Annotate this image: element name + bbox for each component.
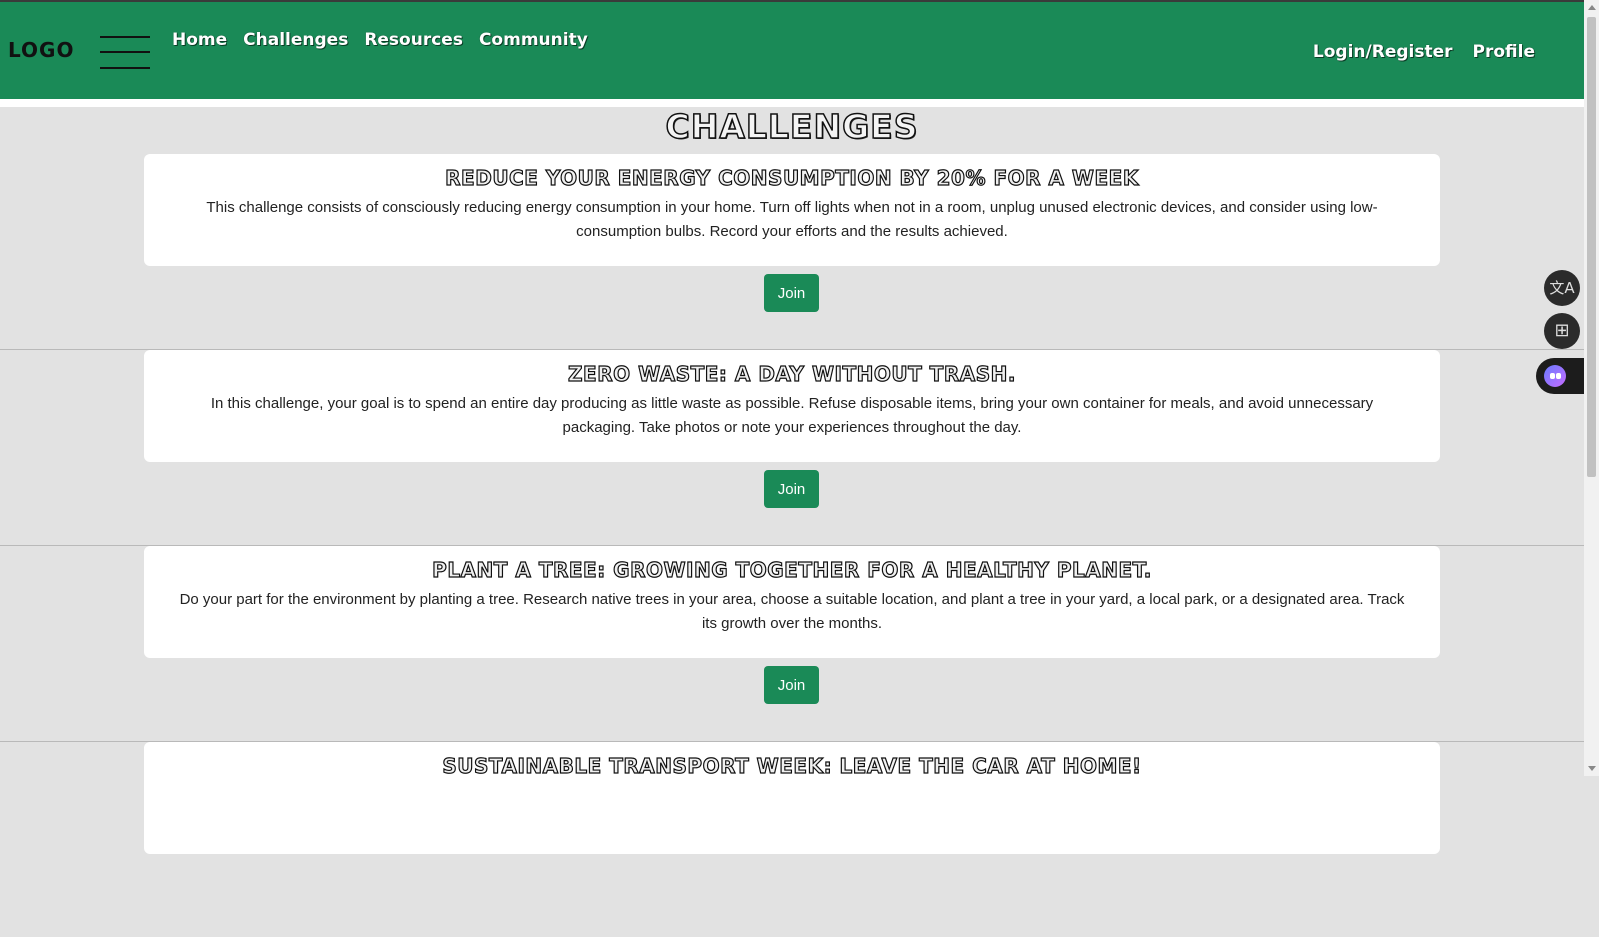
profile-link[interactable]: Profile <box>1473 42 1535 62</box>
site-header: LOGO Home Challenges Resources Community… <box>0 2 1584 99</box>
scrollbar-thumb[interactable] <box>1587 17 1596 477</box>
page-title: CHALLENGES <box>665 106 919 147</box>
challenge-card: ZERO WASTE: A DAY WITHOUT TRASH. In this… <box>144 350 1440 462</box>
main-nav: Home Challenges Resources Community <box>172 30 588 50</box>
challenge-item: ZERO WASTE: A DAY WITHOUT TRASH. In this… <box>0 350 1584 546</box>
assistant-icon[interactable] <box>1536 358 1584 394</box>
header-divider <box>0 99 1584 107</box>
challenge-card: PLANT A TREE: GROWING TOGETHER FOR A HEA… <box>144 546 1440 658</box>
scroll-up-icon[interactable] <box>1588 5 1596 10</box>
join-button[interactable]: Join <box>764 666 819 704</box>
scroll-down-icon[interactable] <box>1588 766 1596 771</box>
challenges-main: CHALLENGES REDUCE YOUR ENERGY CONSUMPTIO… <box>0 106 1584 854</box>
challenge-title: PLANT A TREE: GROWING TOGETHER FOR A HEA… <box>432 557 1152 582</box>
hamburger-menu-icon[interactable] <box>100 36 150 70</box>
challenge-item: REDUCE YOUR ENERGY CONSUMPTION BY 20% FO… <box>0 154 1584 350</box>
challenge-description: This challenge consists of consciously r… <box>206 199 1378 240</box>
challenge-description: In this challenge, your goal is to spend… <box>210 395 1374 436</box>
challenge-description: Do your part for the environment by plan… <box>179 591 1405 632</box>
join-button[interactable]: Join <box>764 470 819 508</box>
challenge-card: REDUCE YOUR ENERGY CONSUMPTION BY 20% FO… <box>144 154 1440 266</box>
site-logo[interactable]: LOGO <box>8 38 74 62</box>
nav-resources-link[interactable]: Resources <box>364 30 463 50</box>
vertical-scrollbar[interactable] <box>1584 0 1599 776</box>
challenge-item: SUSTAINABLE TRANSPORT WEEK: LEAVE THE CA… <box>0 742 1584 937</box>
nav-challenges-link[interactable]: Challenges <box>243 30 348 50</box>
challenge-title: REDUCE YOUR ENERGY CONSUMPTION BY 20% FO… <box>445 165 1139 190</box>
account-nav: Login/Register Profile <box>1313 42 1535 62</box>
nav-community-link[interactable]: Community <box>479 30 588 50</box>
nav-home-link[interactable]: Home <box>172 30 227 50</box>
translate-icon[interactable]: 文A <box>1544 270 1580 306</box>
challenge-title: SUSTAINABLE TRANSPORT WEEK: LEAVE THE CA… <box>442 753 1142 778</box>
challenge-item: PLANT A TREE: GROWING TOGETHER FOR A HEA… <box>0 546 1584 742</box>
join-button[interactable]: Join <box>764 274 819 312</box>
apps-icon[interactable]: ⊞ <box>1544 313 1580 349</box>
challenge-card: SUSTAINABLE TRANSPORT WEEK: LEAVE THE CA… <box>144 742 1440 854</box>
challenge-title: ZERO WASTE: A DAY WITHOUT TRASH. <box>567 361 1016 386</box>
login-register-link[interactable]: Login/Register <box>1313 42 1453 62</box>
